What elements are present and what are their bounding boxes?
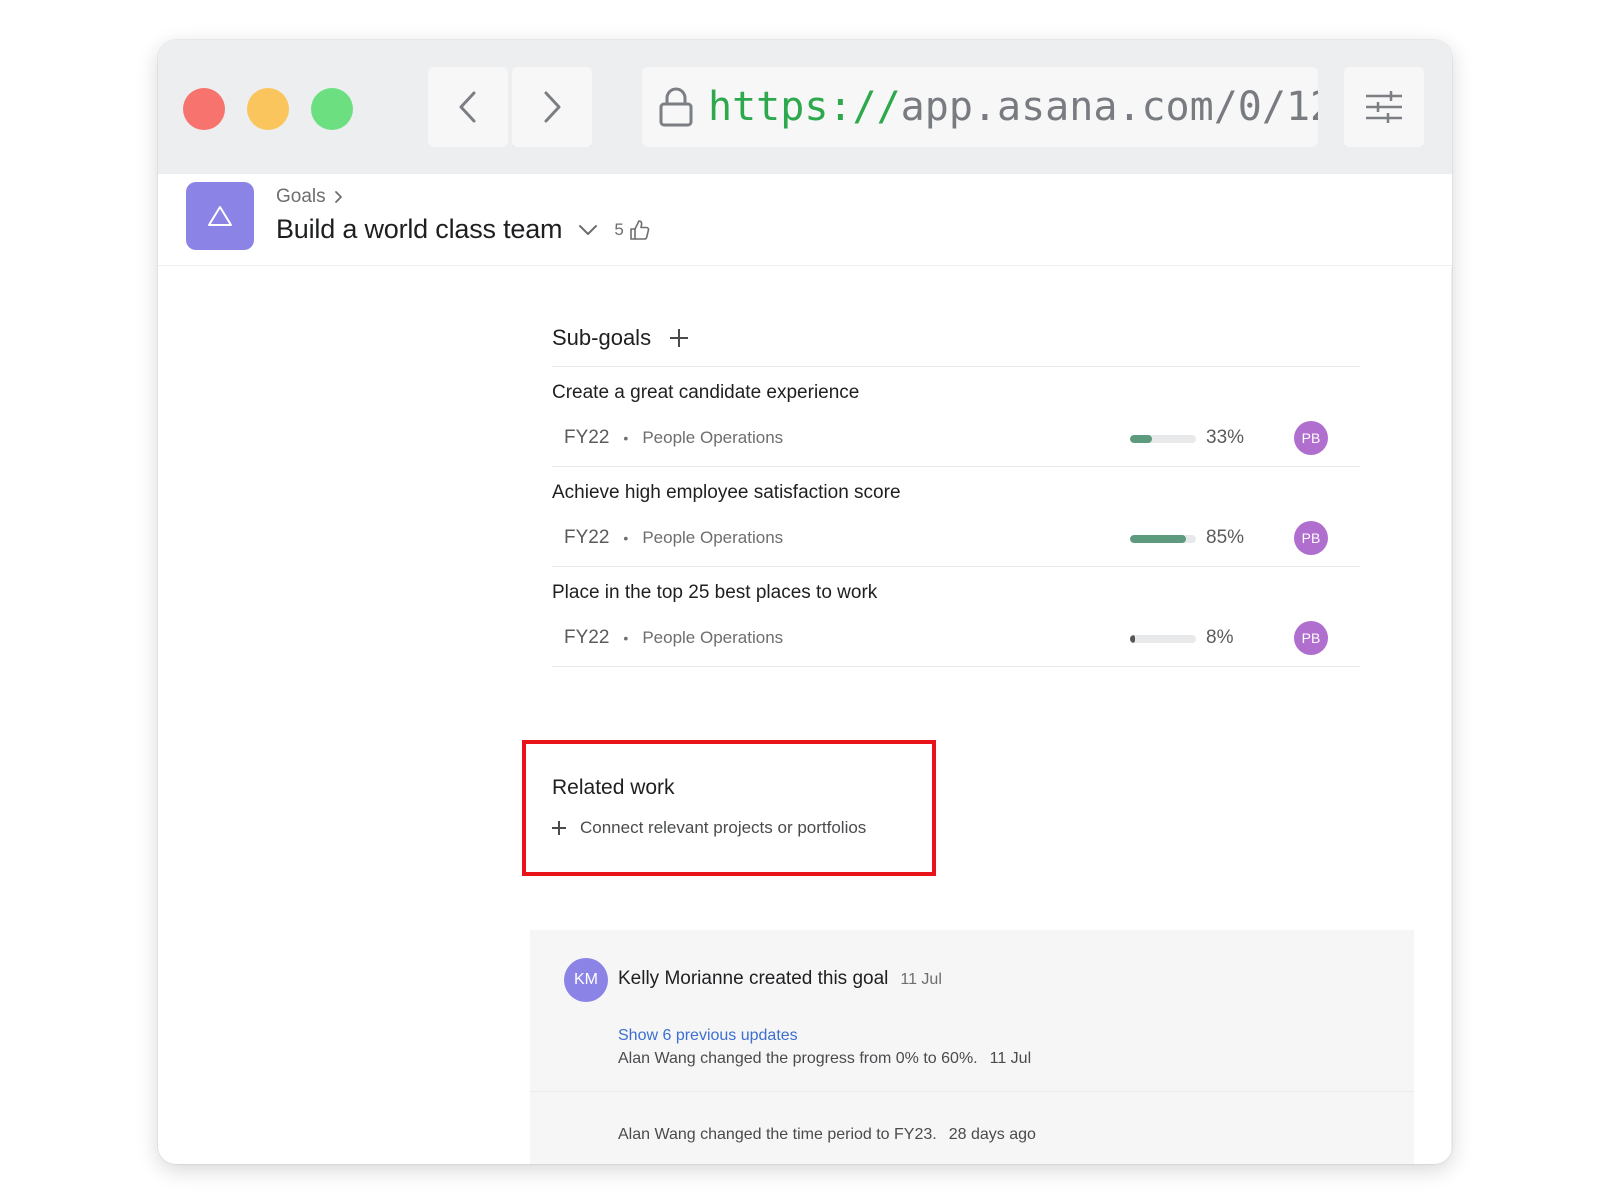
subgoal-row[interactable]: Achieve high employee satisfaction score… [552,467,1360,567]
progress-bar [1130,535,1196,543]
subgoal-team: People Operations [642,528,784,547]
address-bar[interactable]: https://app.asana.com/0/1234567890 [642,67,1318,147]
update-text: Alan Wang changed the progress from 0% t… [618,1050,978,1067]
show-previous-updates-link[interactable]: Show 6 previous updates [618,1027,798,1045]
breadcrumb-goals[interactable]: Goals [276,186,326,208]
title-dropdown-button[interactable] [578,224,598,236]
created-date: 11 Jul [900,971,942,988]
thumbs-up-icon[interactable] [628,219,650,241]
goal-icon [186,182,254,250]
subgoals-heading: Sub-goals [552,325,689,351]
created-story: Kelly Morianne created this goal 11 Jul [618,968,942,990]
chevron-right-icon [544,91,561,123]
update-date: 11 Jul [989,1050,1032,1067]
update-story: Alan Wang changed the progress from 0% t… [618,1050,1031,1068]
lock-icon [658,86,694,128]
subgoal-meta: FY22 • People Operations [564,427,783,449]
activity-divider [530,1091,1414,1092]
settings-button[interactable] [1344,67,1424,147]
subgoals-title: Sub-goals [552,325,652,350]
sliders-icon [1366,91,1402,123]
subgoal-row[interactable]: Place in the top 25 best places to work … [552,567,1360,667]
owner-avatar[interactable]: PB [1294,621,1328,655]
owner-avatar[interactable]: PB [1294,421,1328,455]
breadcrumb[interactable]: Goals [276,186,344,208]
progress-percent: 8% [1206,627,1234,648]
goal-header: Goals Build a world class team 5 [158,174,1452,266]
subgoal-meta: FY22 • People Operations [564,527,783,549]
subgoal-period: FY22 [564,427,610,448]
progress-percent: 85% [1206,527,1245,548]
url-path: app.asana.com/0/1234567890 [900,84,1318,130]
progress-fill [1130,535,1187,543]
chevron-left-icon [459,91,476,123]
connect-projects-label[interactable]: Connect relevant projects or portfolios [580,818,866,838]
meta-separator: • [623,630,629,646]
browser-window: https://app.asana.com/0/1234567890 Goals [158,40,1452,1164]
update-date: 28 days ago [948,1126,1036,1143]
related-work-heading: Related work [552,776,675,799]
subgoal-period: FY22 [564,527,610,548]
update-text: Alan Wang changed the time period to FY2… [618,1126,937,1143]
goal-content: Sub-goals Create a great candidate exper… [158,267,1452,1164]
connect-projects-button[interactable]: Connect relevant projects or portfolios [552,818,866,838]
back-button[interactable] [428,67,508,147]
maximize-window-button[interactable] [311,88,353,130]
subgoal-meta: FY22 • People Operations [564,627,783,649]
chevron-down-icon [579,224,598,235]
plus-icon [552,821,566,835]
close-window-button[interactable] [183,88,225,130]
progress-bar [1130,635,1196,643]
owner-avatar[interactable]: PB [1294,521,1328,555]
author-avatar[interactable]: KM [564,958,608,1002]
progress-fill [1130,635,1136,643]
minimize-window-button[interactable] [247,88,289,130]
subgoal-period: FY22 [564,627,610,648]
subgoal-team: People Operations [642,428,784,447]
page-title: Build a world class team [276,214,563,244]
subgoal-name[interactable]: Create a great candidate experience [552,382,859,404]
progress-bar [1130,435,1196,443]
meta-separator: • [623,530,629,546]
meta-separator: • [623,430,629,446]
subgoal-row[interactable]: Create a great candidate experience FY22… [552,367,1360,467]
subgoal-name[interactable]: Place in the top 25 best places to work [552,582,877,604]
url-scheme: https:// [708,84,901,130]
forward-button[interactable] [512,67,592,147]
like-count[interactable]: 5 [614,220,623,240]
subgoal-team: People Operations [642,628,784,647]
progress-fill [1130,435,1152,443]
browser-toolbar: https://app.asana.com/0/1234567890 [158,40,1452,174]
progress-percent: 33% [1206,427,1245,448]
created-text: Kelly Morianne created this goal [618,968,889,989]
activity-feed: KM Kelly Morianne created this goal 11 J… [530,930,1414,1164]
subgoal-name[interactable]: Achieve high employee satisfaction score [552,482,901,504]
related-work-highlight: Related work Connect relevant projects o… [522,740,936,876]
title-row: Build a world class team 5 [276,214,650,245]
chevron-right-icon [334,191,342,203]
url-text: https://app.asana.com/0/1234567890 [708,84,1318,130]
update-story: Alan Wang changed the time period to FY2… [618,1126,1036,1144]
add-subgoal-icon[interactable] [669,328,689,348]
